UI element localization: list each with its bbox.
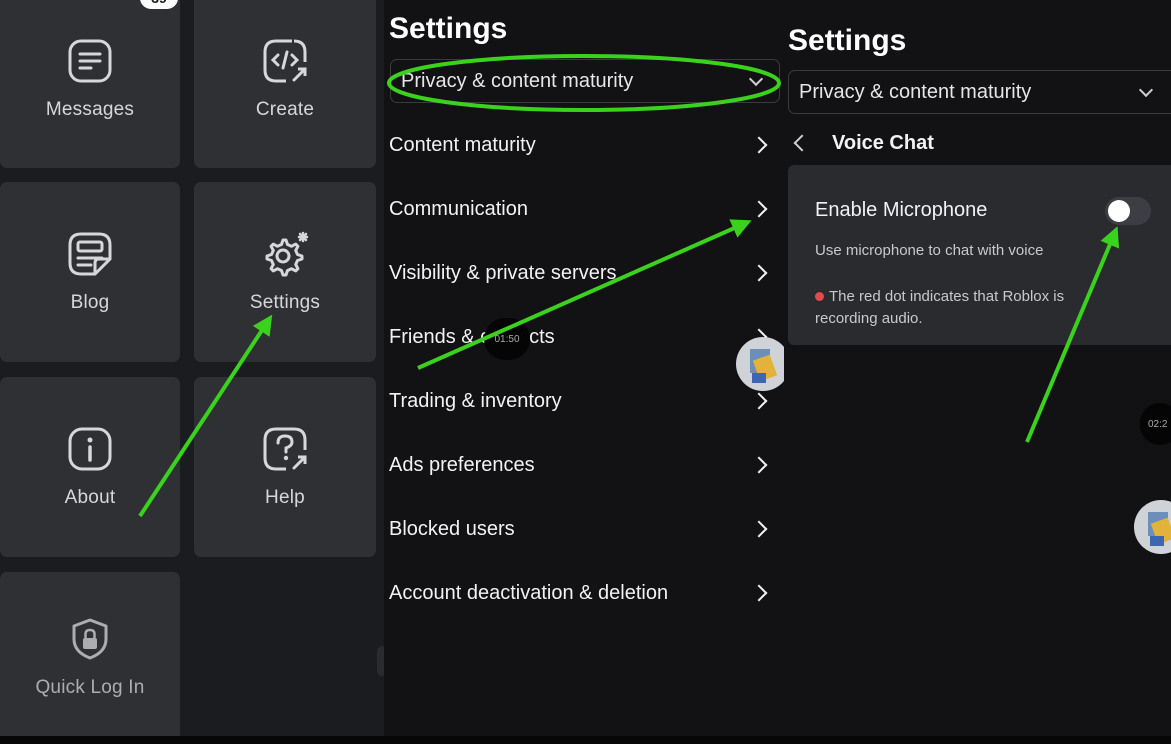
about-tile[interactable]: About — [0, 377, 180, 557]
microphone-description: Use microphone to chat with voice — [815, 242, 1044, 259]
menu-item-label: Visibility & private servers — [389, 261, 617, 284]
chevron-right-icon — [750, 264, 768, 282]
shield-lock-icon — [66, 615, 114, 663]
settings-label: Settings — [249, 292, 321, 313]
info-icon — [66, 425, 114, 473]
messages-icon — [66, 37, 114, 85]
recording-timer-bubble-2[interactable]: 02:2 — [1140, 403, 1171, 445]
bottom-bar — [0, 736, 1171, 744]
voice-settings-title: Settings — [788, 24, 907, 57]
menu-item-account-deactivation[interactable]: Account deactivation & deletion — [389, 571, 779, 615]
settings-category-dropdown[interactable]: Privacy & content maturity — [390, 59, 780, 103]
chevron-right-icon — [750, 200, 768, 218]
menu-item-visibility[interactable]: Visibility & private servers — [389, 251, 779, 295]
avatar-icon — [750, 349, 778, 383]
chevron-right-icon — [750, 456, 768, 474]
enable-microphone-label: Enable Microphone — [815, 199, 988, 221]
chevron-right-icon — [750, 520, 768, 538]
quick-log-in-tile[interactable]: Quick Log In — [0, 572, 180, 742]
chevron-down-icon — [1138, 82, 1154, 98]
help-tile[interactable]: Help — [194, 377, 376, 557]
blog-label: Blog — [70, 292, 110, 313]
gear-icon — [261, 230, 309, 278]
chevron-left-icon — [793, 134, 811, 152]
toggle-knob — [1108, 200, 1130, 222]
chevron-down-icon — [748, 71, 764, 87]
create-label: Create — [255, 99, 315, 120]
red-dot-icon — [815, 292, 824, 301]
voice-category-dropdown[interactable]: Privacy & content maturity — [788, 70, 1171, 114]
chevron-right-icon — [750, 392, 768, 410]
code-create-icon — [261, 37, 309, 85]
create-tile[interactable]: Create — [194, 0, 376, 168]
about-label: About — [64, 487, 116, 508]
more-menu-panel: 39 Messages Create Blog Settings About — [0, 0, 384, 742]
recording-timer-bubble[interactable]: 01:50 — [484, 318, 530, 360]
settings-list-panel: Settings Privacy & content maturity Cont… — [384, 0, 784, 736]
recording-note-text: The red dot indicates that Roblox is rec… — [815, 288, 1065, 327]
avatar-bubble[interactable] — [736, 337, 790, 391]
menu-item-label: Account deactivation & deletion — [389, 581, 669, 604]
menu-item-ads-preferences[interactable]: Ads preferences — [389, 443, 779, 487]
chevron-right-icon — [750, 136, 768, 154]
chevron-right-icon — [750, 584, 768, 602]
help-label: Help — [265, 487, 305, 508]
quick-log-in-label: Quick Log In — [35, 677, 145, 698]
menu-item-label: Communication — [389, 197, 528, 220]
menu-item-label: Content maturity — [389, 133, 536, 156]
blog-tile[interactable]: Blog — [0, 182, 180, 362]
help-icon — [261, 425, 309, 473]
menu-item-trading-inventory[interactable]: Trading & inventory — [389, 379, 779, 423]
dropdown-value: Privacy & content maturity — [401, 69, 634, 92]
menu-item-label: Blocked users — [389, 517, 515, 540]
menu-item-blocked-users[interactable]: Blocked users — [389, 507, 779, 551]
voice-chat-panel: Settings Privacy & content maturity Voic… — [784, 0, 1171, 736]
enable-microphone-card: Enable Microphone Use microphone to chat… — [788, 165, 1171, 345]
messages-label: Messages — [45, 99, 135, 120]
back-button[interactable]: Voice Chat — [784, 128, 934, 158]
menu-item-label: Trading & inventory — [389, 389, 562, 412]
recording-note: The red dot indicates that Roblox is rec… — [815, 286, 1105, 330]
blog-icon — [66, 230, 114, 278]
settings-title: Settings — [389, 12, 508, 45]
dropdown-value: Privacy & content maturity — [799, 80, 1032, 103]
settings-tile[interactable]: Settings — [194, 182, 376, 362]
messages-badge: 39 — [140, 0, 178, 9]
menu-item-friends-contacts[interactable]: Friends & contacts — [389, 315, 779, 359]
menu-item-label: Ads preferences — [389, 453, 535, 476]
messages-tile[interactable]: 39 Messages — [0, 0, 180, 168]
menu-item-content-maturity[interactable]: Content maturity — [389, 123, 779, 167]
voice-chat-title: Voice Chat — [832, 131, 934, 154]
menu-item-communication[interactable]: Communication — [389, 187, 779, 231]
enable-microphone-toggle[interactable] — [1105, 197, 1151, 225]
